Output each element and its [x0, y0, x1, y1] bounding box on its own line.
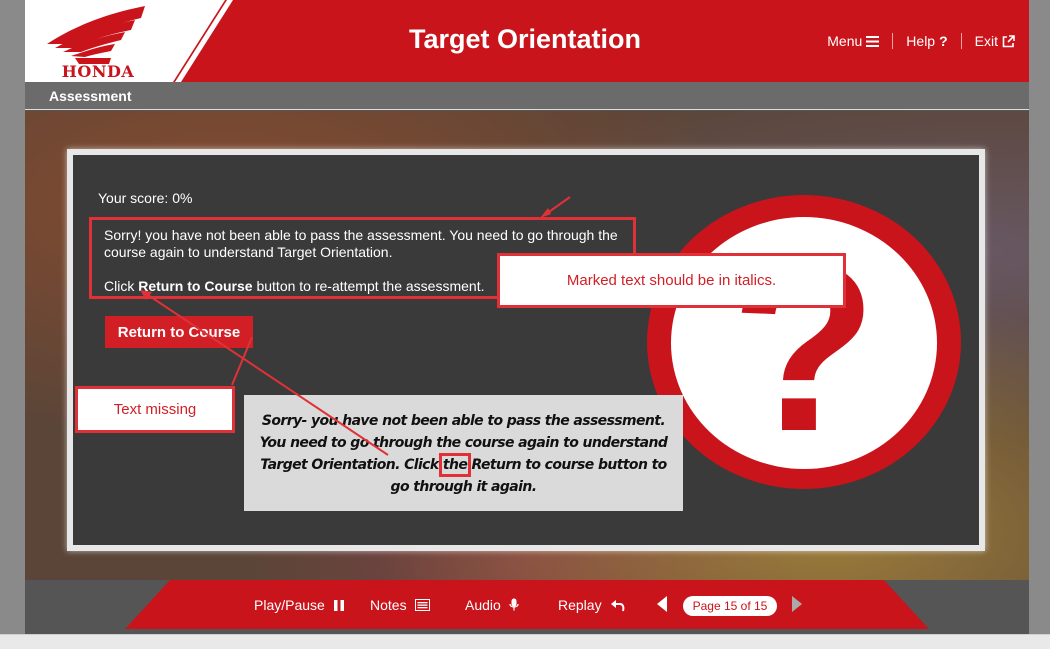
score-text: Your score: 0% — [98, 190, 193, 206]
replay-icon — [610, 599, 624, 611]
notes-button[interactable]: Notes — [370, 597, 430, 613]
question-icon: ? — [939, 33, 948, 49]
question-mark-graphic: ? — [647, 195, 961, 489]
replay-label: Replay — [558, 597, 602, 613]
previous-page-button[interactable] — [657, 596, 667, 617]
footer: Play/Pause Notes Audio Replay Page 15 of… — [25, 580, 1029, 634]
honda-logo-text: HONDA — [61, 62, 135, 81]
audio-button[interactable]: Audio — [465, 597, 519, 613]
header: HONDA Target Orientation Menu Help ? Exi… — [25, 0, 1029, 82]
hamburger-icon — [866, 35, 880, 47]
pause-icon — [333, 599, 344, 611]
microphone-icon — [509, 598, 519, 611]
notes-icon — [414, 599, 430, 611]
help-label: Help — [906, 33, 936, 49]
instruction-post: button to re-attempt the assessment. — [252, 278, 485, 294]
menu-button[interactable]: Menu — [814, 33, 892, 49]
exit-label: Exit — [974, 33, 998, 49]
review-correction-text: Sorry- you have not been able to pass th… — [244, 395, 683, 511]
play-pause-label: Play/Pause — [254, 597, 325, 613]
page-indicator: Page 15 of 15 — [683, 596, 777, 616]
review-note-missing: Text missing — [75, 386, 235, 433]
course-player: HONDA Target Orientation Menu Help ? Exi… — [25, 0, 1029, 634]
help-button[interactable]: Help ? — [893, 33, 960, 49]
window-bottom-edge — [0, 634, 1050, 649]
menu-label: Menu — [827, 33, 863, 49]
section-bar: Assessment — [25, 82, 1029, 110]
notes-label: Notes — [370, 597, 407, 613]
audio-label: Audio — [465, 597, 501, 613]
instruction-bold: Return to Course — [138, 278, 253, 294]
correction-marked-word: the — [438, 453, 472, 477]
honda-wing-logo — [47, 6, 145, 64]
course-title: Target Orientation — [408, 24, 642, 54]
section-title: Assessment — [49, 88, 132, 104]
next-arrow-icon — [792, 596, 802, 612]
return-to-course-button[interactable]: Return to Course — [105, 316, 253, 348]
instruction-pre: Click — [104, 278, 139, 294]
play-pause-button[interactable]: Play/Pause — [254, 597, 345, 613]
footer-controls-bar — [125, 580, 929, 629]
review-note-italics: Marked text should be in italics. — [497, 253, 846, 308]
exit-button[interactable]: Exit — [962, 33, 1015, 49]
previous-arrow-icon — [657, 596, 667, 612]
next-page-button[interactable] — [792, 596, 802, 617]
replay-button[interactable]: Replay — [558, 597, 625, 613]
top-nav: Menu Help ? Exit — [814, 33, 1015, 49]
external-link-icon — [1002, 34, 1015, 47]
